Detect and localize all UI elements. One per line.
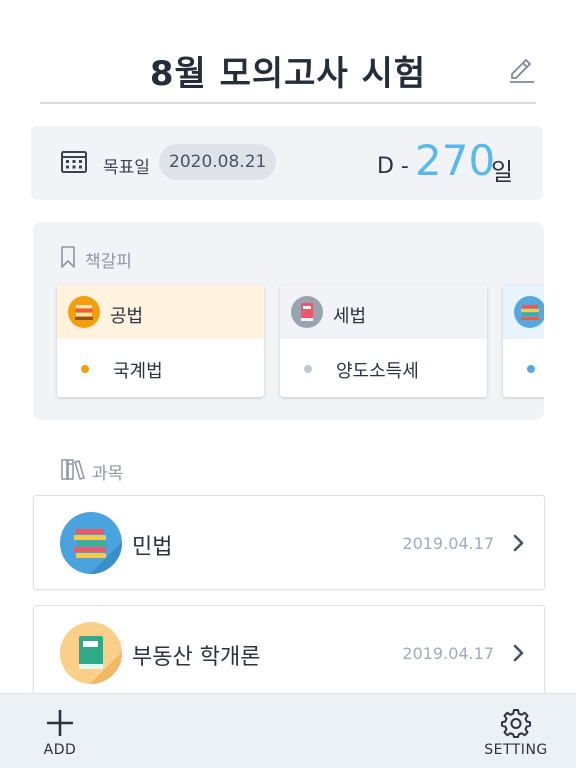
- subject-heading: 과목: [92, 464, 124, 484]
- goal-date-badge: 2020.08.21: [159, 144, 277, 180]
- bookmark-card-header: 세법: [280, 285, 487, 339]
- dday-suffix: 일: [491, 158, 514, 186]
- book-icon: [291, 296, 323, 328]
- dday-prefix: D -: [377, 154, 409, 179]
- calendar-icon: [61, 150, 87, 174]
- bookmark-card-title: 세법: [333, 306, 367, 327]
- bookmark-dot: [527, 365, 535, 373]
- dday-count: 270: [415, 136, 496, 185]
- subject-date: 2019.04.17: [402, 644, 494, 663]
- bookmark-card[interactable]: [503, 285, 544, 397]
- add-button[interactable]: ADD: [30, 694, 90, 768]
- bookmark-card[interactable]: 세법 양도소득세: [280, 285, 487, 397]
- bookmark-entry: 양도소득세: [336, 361, 419, 382]
- bookmark-heading: 책갈피: [85, 252, 132, 272]
- header: 8월 모의고사 시험: [0, 0, 576, 104]
- add-label: ADD: [43, 742, 77, 758]
- books-icon: [68, 296, 100, 328]
- setting-label: SETTING: [484, 742, 548, 758]
- library-icon: [60, 457, 86, 481]
- books-icon: [60, 512, 122, 574]
- book-icon: [60, 622, 122, 684]
- bookmark-card[interactable]: 공법 국계법: [57, 285, 264, 397]
- bookmark-dot: [304, 365, 312, 373]
- header-divider: [40, 102, 536, 104]
- subject-date: 2019.04.17: [402, 534, 494, 553]
- subject-row[interactable]: 민법 2019.04.17: [33, 495, 545, 590]
- bookmark-card-header: 공법: [57, 285, 264, 339]
- pencil-icon[interactable]: [506, 54, 538, 86]
- subject-row[interactable]: 부동산 학개론 2019.04.17: [33, 605, 545, 700]
- page-title: 8월 모의고사 시험: [149, 54, 427, 94]
- bookmark-section[interactable]: 책갈피 공법 국계법 세법 양도소득세: [33, 222, 544, 420]
- books-icon: [514, 296, 544, 328]
- bookmark-icon: [61, 246, 75, 268]
- plus-icon: [45, 708, 75, 738]
- bookmark-card-title: 공법: [110, 306, 144, 327]
- bookmark-dot: [81, 365, 89, 373]
- chevron-right-icon: [512, 642, 526, 664]
- subject-name: 부동산 학개론: [132, 645, 261, 670]
- gear-icon: [501, 708, 531, 738]
- bookmark-card-header: [503, 285, 544, 339]
- goal-label: 목표일: [103, 158, 150, 178]
- chevron-right-icon: [512, 532, 526, 554]
- bookmark-entry: 국계법: [113, 361, 163, 382]
- setting-button[interactable]: SETTING: [476, 694, 556, 768]
- goal-date-card[interactable]: 목표일 2020.08.21 D - 270 일: [31, 126, 543, 200]
- subject-name: 민법: [132, 535, 173, 560]
- bottom-toolbar: ADD SETTING: [0, 693, 576, 768]
